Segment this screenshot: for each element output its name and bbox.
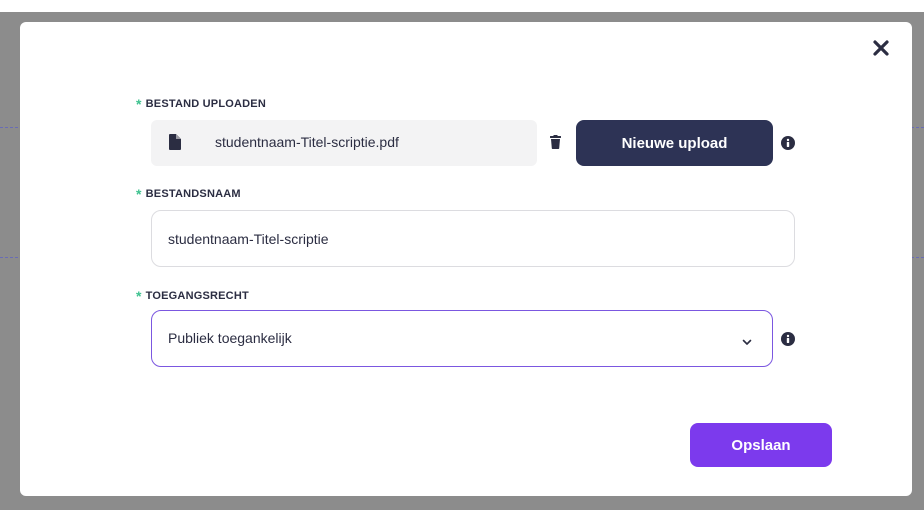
close-icon[interactable] xyxy=(870,37,892,59)
upload-field-label-row: * BESTAND UPLOADEN xyxy=(136,96,266,112)
trash-icon[interactable] xyxy=(550,135,561,154)
filename-input[interactable] xyxy=(151,210,795,267)
upload-dialog: * BESTAND UPLOADEN studentnaam-Titel-scr… xyxy=(20,22,912,496)
access-field-label-row: * TOEGANGSRECHT xyxy=(136,288,249,304)
chevron-down-icon xyxy=(742,333,752,351)
required-marker: * xyxy=(136,96,142,112)
required-marker: * xyxy=(136,186,142,202)
access-select[interactable]: Publiek toegankelijk xyxy=(151,310,773,367)
uploaded-file-box: studentnaam-Titel-scriptie.pdf xyxy=(151,120,537,166)
access-field-label: TOEGANGSRECHT xyxy=(145,290,249,302)
filename-field-label: BESTANDSNAAM xyxy=(145,188,241,200)
required-marker: * xyxy=(136,288,142,304)
info-icon[interactable] xyxy=(781,332,795,346)
filename-field-label-row: * BESTANDSNAAM xyxy=(136,186,241,202)
new-upload-button[interactable]: Nieuwe upload xyxy=(576,120,773,166)
save-button[interactable]: Opslaan xyxy=(690,423,832,467)
file-icon xyxy=(169,134,181,155)
upload-field-label: BESTAND UPLOADEN xyxy=(145,98,266,110)
access-selected-value: Publiek toegankelijk xyxy=(168,330,292,346)
info-icon[interactable] xyxy=(781,136,795,150)
uploaded-file-name: studentnaam-Titel-scriptie.pdf xyxy=(215,134,399,150)
